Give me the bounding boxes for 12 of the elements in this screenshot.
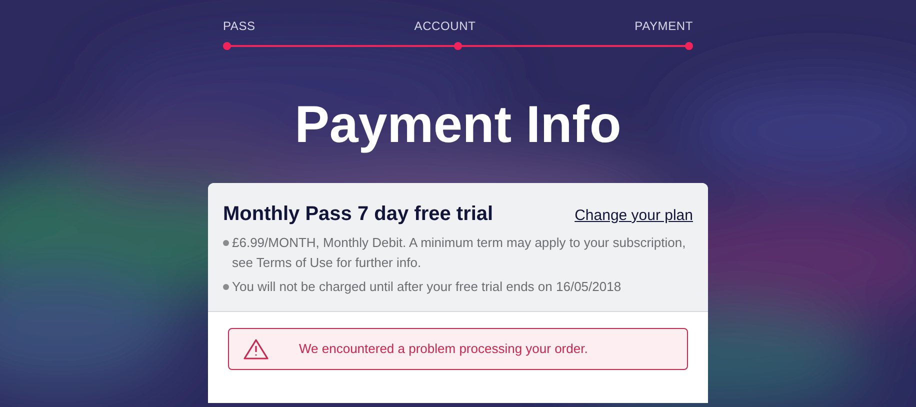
bullet-icon <box>223 240 229 246</box>
page-title: Payment Info <box>294 99 622 151</box>
step-label: PAYMENT <box>634 18 693 35</box>
step-label: ACCOUNT <box>414 18 476 35</box>
plan-detail: £6.99/MONTH, Monthly Debit. A minimum term may apply to your subscription, see Terms of Use for further info. <box>232 234 687 272</box>
plan-name: Monthly Pass 7 day free trial <box>223 202 494 227</box>
step-label: PASS <box>223 18 256 35</box>
warning-icon <box>243 338 269 360</box>
bullet-icon <box>223 284 229 290</box>
plan-detail: You will not be charged until after your free trial ends on 16/05/2018 <box>232 278 622 296</box>
error-message: We encountered a problem processing your order. <box>299 340 588 358</box>
change-plan-link[interactable]: Change your plan <box>574 205 693 228</box>
